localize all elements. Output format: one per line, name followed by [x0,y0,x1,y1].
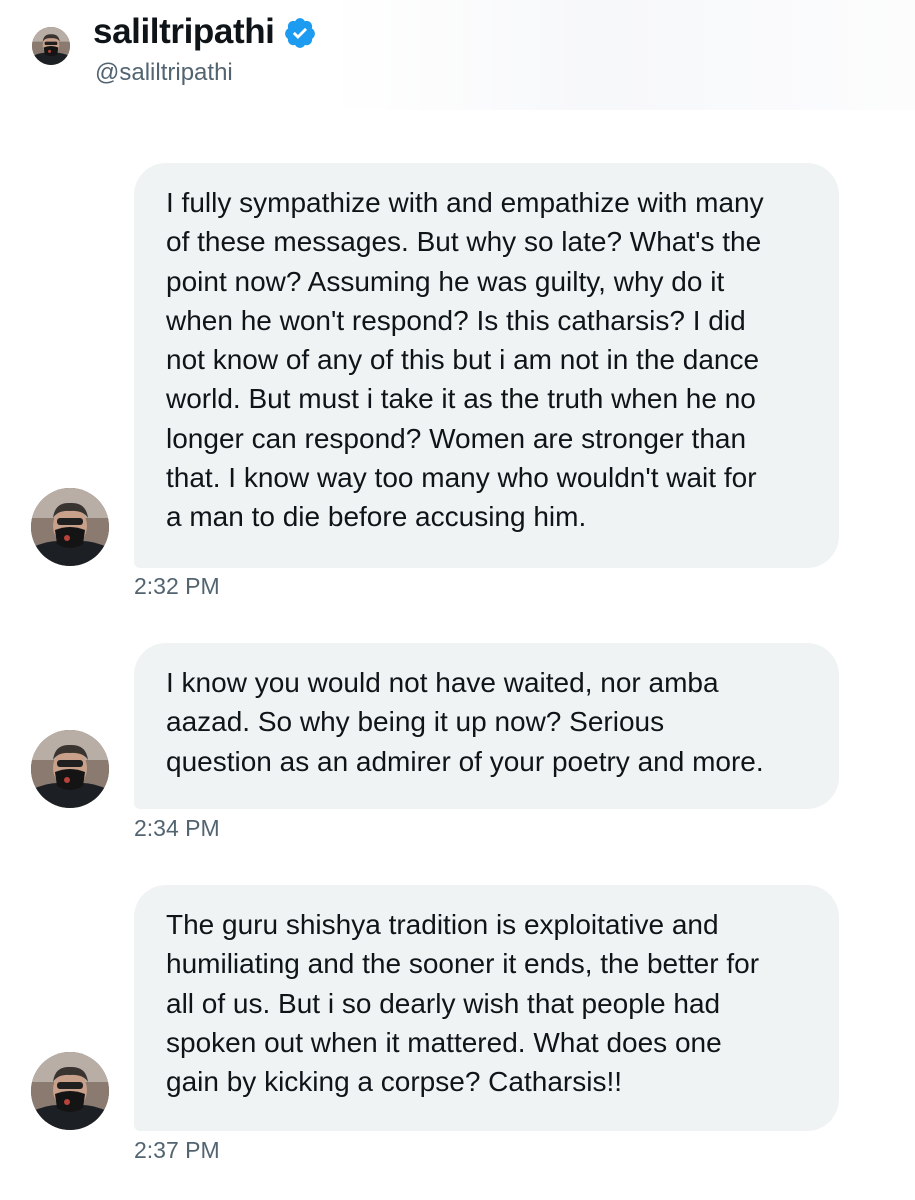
message-timestamp: 2:34 PM [134,815,220,841]
profile-avatar[interactable] [32,27,70,65]
message-avatar[interactable] [31,730,109,808]
message-bubble[interactable]: I know you would not have waited, nor am… [134,643,839,809]
handle: @saliltripathi [95,59,233,86]
display-name[interactable]: saliltripathi [93,10,275,54]
avatar-image-icon [32,27,70,65]
header-background [330,0,915,110]
profile-header: saliltripathi [93,10,317,54]
verified-badge-icon [284,18,315,48]
message-avatar[interactable] [31,1052,109,1130]
avatar-image-icon [31,488,109,566]
message-avatar[interactable] [31,488,109,566]
message-bubble[interactable]: The guru shishya tradition is exploitati… [134,885,839,1131]
message-timestamp: 2:37 PM [134,1137,220,1163]
message-timestamp: 2:32 PM [134,573,220,599]
avatar-image-icon [31,1052,109,1130]
message-bubble[interactable]: I fully sympathize with and empathize wi… [134,163,839,568]
avatar-image-icon [31,730,109,808]
